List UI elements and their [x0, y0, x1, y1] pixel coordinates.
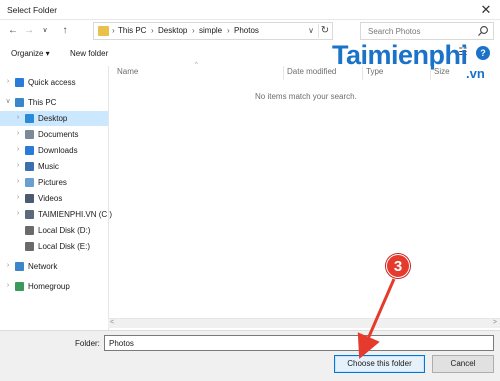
empty-list-message: No items match your search.	[255, 92, 357, 101]
sidebar-item-label: Pictures	[38, 178, 67, 187]
column-header-date-modified[interactable]: Date modified	[287, 67, 336, 76]
network-icon	[15, 262, 24, 271]
documents-icon	[25, 130, 34, 139]
organize-button[interactable]: Organize ▾	[11, 49, 50, 58]
star-icon	[15, 78, 24, 87]
search-box[interactable]: Search Photos	[360, 22, 494, 40]
chevron-right-icon[interactable]: ›	[14, 146, 22, 154]
title-bar: Select Folder ✕	[0, 0, 500, 20]
sidebar-item-quick-access[interactable]: › Quick access	[0, 75, 108, 90]
sidebar-item-music[interactable]: › Music	[0, 159, 108, 174]
sidebar-item-label: Quick access	[28, 78, 76, 87]
chevron-right-icon[interactable]: ›	[14, 162, 22, 170]
search-input[interactable]: Search Photos	[368, 27, 420, 36]
sidebar-item-videos[interactable]: › Videos	[0, 191, 108, 206]
scroll-left-icon[interactable]: <	[110, 319, 114, 326]
sidebar-item-label: Local Disk (D:)	[38, 226, 91, 235]
sidebar-item-this-pc[interactable]: ∨ This PC	[0, 95, 108, 110]
breadcrumb-photos[interactable]: Photos	[234, 26, 259, 35]
search-icon	[478, 26, 488, 36]
breadcrumb-separator: ›	[151, 26, 154, 35]
sidebar-item-label: Homegroup	[28, 282, 70, 291]
sidebar-item-label: Documents	[38, 130, 79, 139]
sidebar-item-label: Desktop	[38, 114, 68, 123]
choose-folder-button[interactable]: Choose this folder	[334, 355, 425, 373]
sidebar-item-label: Local Disk (E:)	[38, 242, 91, 251]
chevron-right-icon[interactable]: ›	[14, 210, 22, 218]
column-divider[interactable]	[362, 66, 363, 80]
column-header-size[interactable]: Size	[434, 67, 450, 76]
back-arrow-icon[interactable]: ←	[6, 24, 20, 38]
homegroup-icon	[15, 282, 24, 291]
breadcrumb-separator: ›	[112, 26, 115, 35]
downloads-icon	[25, 146, 34, 155]
sidebar-item-label: This PC	[28, 98, 57, 107]
sidebar-item-label: Network	[28, 262, 58, 271]
watermark-logo: Taimienphi .vn	[332, 40, 492, 84]
folder-icon	[98, 26, 109, 36]
sidebar-item-downloads[interactable]: › Downloads	[0, 143, 108, 158]
address-bar[interactable]: › This PC › Desktop › simple › Photos ∨ …	[93, 22, 333, 40]
sidebar-item-label: Downloads	[38, 146, 78, 155]
forward-arrow-icon[interactable]: →	[22, 24, 36, 38]
chevron-right-icon[interactable]: ›	[14, 194, 22, 202]
sidebar-item-documents[interactable]: › Documents	[0, 127, 108, 142]
desktop-folder-icon	[25, 114, 34, 123]
drive-icon	[25, 242, 34, 251]
chevron-right-icon[interactable]: ›	[4, 78, 12, 86]
new-folder-button[interactable]: New folder	[70, 49, 108, 58]
drive-c-icon	[25, 210, 34, 219]
sidebar-item-network[interactable]: › Network	[0, 259, 108, 274]
sort-arrow-icon: ^	[195, 62, 198, 68]
recent-locations-icon[interactable]: ∨	[38, 24, 52, 38]
chevron-right-icon[interactable]: ›	[4, 282, 12, 290]
column-header-type[interactable]: Type	[366, 67, 383, 76]
column-header-name[interactable]: Name	[117, 67, 138, 76]
videos-icon	[25, 194, 34, 203]
up-arrow-icon[interactable]: ↑	[58, 24, 72, 38]
column-divider[interactable]	[283, 66, 284, 80]
sidebar-item-local-disk-d[interactable]: Local Disk (D:)	[0, 223, 108, 238]
chevron-right-icon[interactable]: ›	[14, 114, 22, 122]
cancel-button[interactable]: Cancel	[432, 355, 494, 373]
pictures-icon	[25, 178, 34, 187]
horizontal-scrollbar[interactable]: < >	[108, 318, 500, 328]
breadcrumb-separator: ›	[192, 26, 195, 35]
breadcrumb-desktop[interactable]: Desktop	[158, 26, 187, 35]
sidebar-item-label: TAIMIENPHI.VN (C:)	[38, 210, 113, 219]
pane-divider[interactable]	[108, 66, 109, 330]
chevron-right-icon[interactable]: ›	[4, 262, 12, 270]
computer-icon	[15, 98, 24, 107]
navigation-pane: › Quick access ∨ This PC › Desktop › Documents ›…	[0, 66, 112, 330]
column-divider[interactable]	[430, 66, 431, 80]
sidebar-item-pictures[interactable]: › Pictures	[0, 175, 108, 190]
chevron-down-icon[interactable]: ∨	[305, 24, 317, 38]
chevron-right-icon[interactable]: ›	[14, 178, 22, 186]
breadcrumb-this-pc[interactable]: This PC	[118, 26, 146, 35]
scroll-right-icon[interactable]: >	[493, 319, 497, 326]
close-icon[interactable]: ✕	[478, 2, 494, 18]
window-title: Select Folder	[7, 5, 58, 15]
drive-icon	[25, 226, 34, 235]
chevron-down-icon[interactable]: ∨	[4, 98, 12, 106]
folder-input[interactable]: Photos	[104, 335, 494, 351]
folder-label: Folder:	[75, 339, 100, 348]
watermark-suffix: .vn	[466, 66, 485, 81]
chevron-right-icon[interactable]: ›	[14, 130, 22, 138]
sidebar-item-label: Videos	[38, 194, 63, 203]
sidebar-item-desktop[interactable]: › Desktop	[0, 111, 108, 126]
breadcrumb-separator: ›	[227, 26, 230, 35]
sidebar-item-taimienphi-vn-c[interactable]: › TAIMIENPHI.VN (C:)	[0, 207, 112, 222]
step-number-badge: 3	[386, 254, 410, 278]
music-icon	[25, 162, 34, 171]
sidebar-item-homegroup[interactable]: › Homegroup	[0, 279, 108, 294]
sidebar-item-label: Music	[38, 162, 59, 171]
refresh-icon[interactable]: ↻	[318, 24, 331, 38]
sidebar-item-local-disk-e[interactable]: Local Disk (E:)	[0, 239, 108, 254]
breadcrumb-simple[interactable]: simple	[199, 26, 222, 35]
